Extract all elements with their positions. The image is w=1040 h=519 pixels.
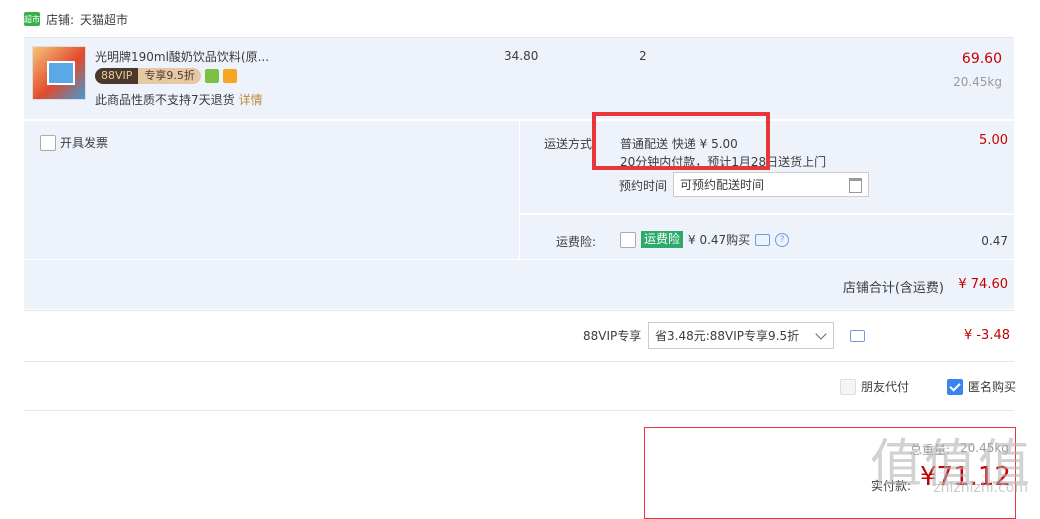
chevron-down-icon — [815, 328, 827, 340]
anonymous-option[interactable]: 匿名购买 — [947, 378, 1016, 395]
help-icon[interactable]: ? — [775, 232, 790, 247]
details-link[interactable]: 详情 — [239, 93, 263, 107]
friend-pay-option[interactable]: 朋友代付 — [840, 378, 909, 395]
watermark-url: zhizhizhi.com — [933, 480, 1028, 496]
insurance-checkbox[interactable] — [620, 231, 636, 248]
schedule-placeholder: 可预约配送时间 — [680, 178, 765, 192]
calendar-icon[interactable] — [849, 178, 862, 193]
divider — [519, 213, 1014, 215]
schedule-select[interactable]: 可预约配送时间 — [673, 172, 869, 197]
invoice-label: 开具发票 — [60, 136, 109, 150]
chat-icon[interactable] — [850, 330, 865, 342]
divider — [24, 259, 1014, 260]
vip-discount-value: ¥ -3.48 — [963, 328, 1010, 343]
insurance-label: 运费险: — [556, 235, 597, 249]
item-subtotal: 69.60 — [961, 51, 1002, 67]
vip-badge: 88VIP 专享9.5折 — [95, 68, 237, 84]
chat-icon[interactable] — [755, 233, 771, 246]
insurance-tag: 运费险 — [641, 231, 684, 248]
vip-discount-label: 88VIP专享 — [583, 329, 642, 343]
invoice-option[interactable]: 开具发票 — [40, 134, 108, 151]
highlight-box — [592, 112, 770, 170]
item-row: 光明牌190ml酸奶饮品饮料(原... 88VIP 专享9.5折 此商品性质不支… — [24, 37, 1014, 119]
shipping-fee: 5.00 — [979, 133, 1008, 148]
divider — [519, 121, 520, 259]
store-label: 店铺: — [46, 12, 75, 27]
shipping-panel: 开具发票 运送方式: 普通配送 快递 ¥ 5.00 20分钟内付款，预计1月28… — [24, 121, 1014, 309]
service-icon — [204, 69, 219, 83]
store-total-value: ¥ 74.60 — [958, 277, 1008, 292]
vip-discount-selected: 省3.48元:88VIP专享9.5折 — [655, 329, 800, 343]
vip-discount-select[interactable]: 省3.48元:88VIP专享9.5折 — [648, 322, 834, 349]
anonymous-label: 匿名购买 — [968, 380, 1017, 394]
card-icon — [222, 69, 237, 83]
item-weight: 20.45kg — [953, 75, 1002, 89]
insurance-price: ¥ 0.47购买 — [688, 233, 751, 247]
quantity: 2 — [639, 49, 647, 63]
shipping-label: 运送方式: — [544, 137, 597, 151]
store-header: 超市 店铺: 天猫超市 — [24, 8, 128, 30]
vip-tag: 88VIP — [95, 68, 139, 84]
invoice-checkbox[interactable] — [40, 134, 56, 151]
insurance-fee: 0.47 — [981, 234, 1008, 248]
anonymous-checkbox[interactable] — [947, 378, 963, 395]
divider — [24, 361, 1014, 362]
divider — [24, 310, 1014, 311]
friend-pay-checkbox[interactable] — [840, 378, 856, 395]
store-total-label: 店铺合计(含运费) — [842, 281, 944, 296]
product-thumbnail[interactable] — [32, 46, 86, 100]
unit-price: 34.80 — [504, 49, 539, 63]
return-notice: 此商品性质不支持7天退货 详情 — [95, 93, 263, 107]
store-logo-icon: 超市 — [24, 12, 40, 26]
product-title[interactable]: 光明牌190ml酸奶饮品饮料(原... — [95, 48, 295, 65]
store-name[interactable]: 天猫超市 — [80, 11, 128, 28]
insurance-option[interactable]: 运费险 ¥ 0.47购买 ? — [620, 231, 790, 248]
product-image-inner — [47, 61, 75, 85]
friend-pay-label: 朋友代付 — [861, 380, 910, 394]
divider — [24, 410, 1014, 411]
schedule-label: 预约时间 — [619, 179, 668, 193]
vip-discount-tag: 专享9.5折 — [138, 68, 201, 84]
